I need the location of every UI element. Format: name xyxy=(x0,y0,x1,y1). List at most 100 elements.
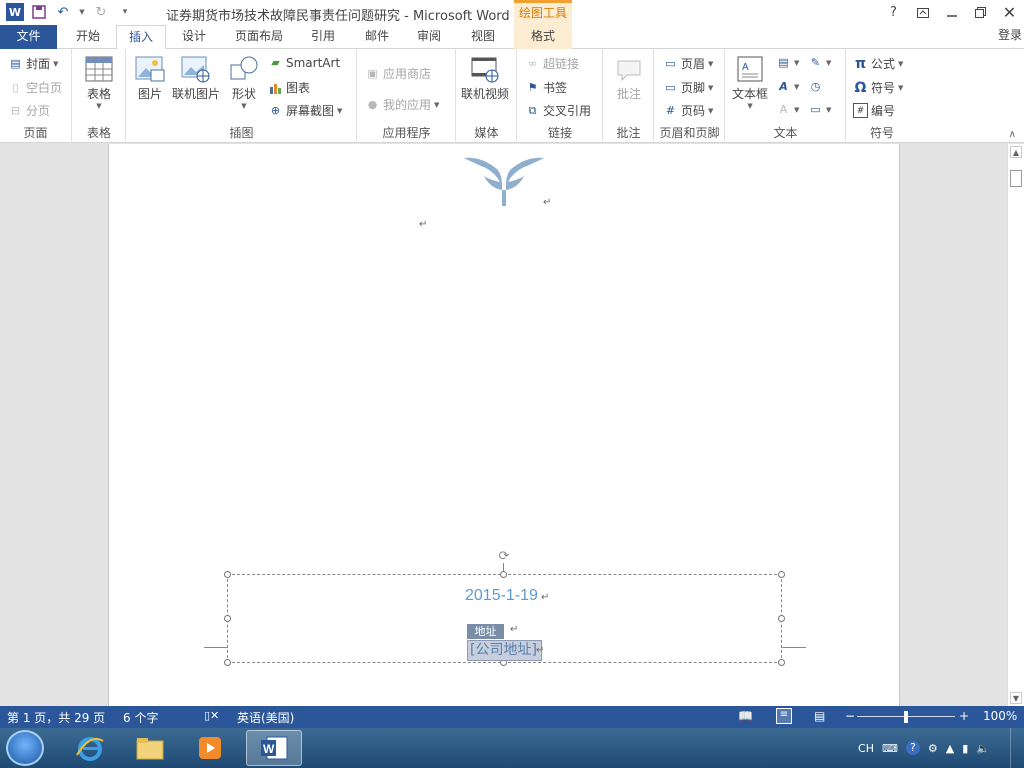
store-button[interactable]: ▣ 应用商店 xyxy=(365,65,431,82)
group-label-illustrations: 插图 xyxy=(229,126,254,140)
drop-cap-button[interactable]: A ▼ xyxy=(776,102,800,117)
comment-button[interactable]: 批注 xyxy=(613,53,645,102)
minimize-icon[interactable] xyxy=(937,0,966,25)
collapse-ribbon-icon[interactable]: ∧ xyxy=(1009,129,1016,140)
file-explorer-icon[interactable] xyxy=(122,730,178,766)
chevron-down-icon: ▼ xyxy=(337,106,343,115)
close-icon[interactable]: ✕ xyxy=(995,0,1024,25)
equation-button[interactable]: π 公式 ▼ xyxy=(853,55,903,72)
zoom-in-icon[interactable]: + xyxy=(959,709,969,723)
paragraph-mark: ↵ xyxy=(536,645,545,656)
tab-insert[interactable]: 插入 xyxy=(116,25,166,50)
resize-handle[interactable] xyxy=(500,571,507,578)
undo-dropdown-icon[interactable]: ▼ xyxy=(78,3,86,21)
resize-handle[interactable] xyxy=(778,615,785,622)
address-control-tag[interactable]: 地址 xyxy=(467,624,504,639)
tab-references[interactable]: 引用 xyxy=(300,25,346,49)
number-button[interactable]: # 编号 xyxy=(853,102,895,119)
textbox-button[interactable]: A 文本框 ▼ xyxy=(732,53,768,110)
quick-parts-button[interactable]: ▤ ▼ xyxy=(776,55,799,70)
chart-button[interactable]: 图表 xyxy=(268,79,310,96)
resize-handle[interactable] xyxy=(224,659,231,666)
resize-handle[interactable] xyxy=(224,615,231,622)
tab-file[interactable]: 文件 xyxy=(0,25,57,49)
bookmark-button[interactable]: ⚑ 书签 xyxy=(525,79,567,96)
object-button[interactable]: ▭ ▼ xyxy=(808,102,831,117)
cover-page-button[interactable]: ▤ 封面 ▼ xyxy=(8,55,58,72)
settings-tray-icon[interactable]: ⚙ xyxy=(928,742,938,755)
web-layout-icon[interactable]: ▤ xyxy=(814,709,825,723)
tab-view[interactable]: 视图 xyxy=(460,25,506,49)
read-mode-icon[interactable]: 📖 xyxy=(738,709,753,723)
smartart-button[interactable]: ▰ SmartArt xyxy=(268,55,340,70)
sign-in-link[interactable]: 登录 xyxy=(998,26,1022,43)
tab-format[interactable]: 格式 xyxy=(514,25,572,49)
input-method-indicator[interactable]: CH xyxy=(858,742,874,755)
zoom-out-icon[interactable]: − xyxy=(845,709,855,723)
internet-explorer-icon[interactable] xyxy=(62,730,118,766)
shapes-button[interactable]: 形状 ▼ xyxy=(228,53,260,110)
ribbon: ▤ 封面 ▼ ▯ 空白页 ⊟ 分页 页面 表格 ▼ 表格 图片 联机图片 形状 … xyxy=(0,49,1024,143)
scroll-thumb[interactable] xyxy=(1010,170,1022,187)
scroll-down-icon[interactable]: ▼ xyxy=(1010,692,1022,704)
media-player-icon[interactable] xyxy=(182,730,238,766)
resize-handle[interactable] xyxy=(778,659,785,666)
rotate-handle-icon[interactable]: ⟳ xyxy=(497,550,511,564)
word-count-status[interactable]: 6 个字 xyxy=(123,709,158,726)
online-video-button[interactable]: 联机视频 xyxy=(461,53,509,102)
symbol-button[interactable]: Ω 符号 ▼ xyxy=(853,79,904,96)
date-text[interactable]: 2015-1-19 xyxy=(465,587,538,605)
screenshot-button[interactable]: ⊕ 屏幕截图 ▼ xyxy=(268,102,343,119)
zoom-level[interactable]: 100% xyxy=(983,709,1017,723)
tab-page-layout[interactable]: 页面布局 xyxy=(224,25,294,49)
volume-icon[interactable]: 🔈 xyxy=(976,742,990,755)
word-logo-icon[interactable]: W xyxy=(6,3,24,21)
help-tray-icon[interactable]: ? xyxy=(905,741,920,755)
table-button[interactable]: 表格 ▼ xyxy=(83,53,115,110)
footer-button[interactable]: ▭ 页脚 ▼ xyxy=(663,79,713,96)
customize-qat-icon[interactable]: ▾ xyxy=(116,3,134,21)
help-button[interactable]: ? xyxy=(879,0,908,25)
signature-line-button[interactable]: ✎ ▼ xyxy=(808,55,832,70)
cross-reference-button[interactable]: ⧉ 交叉引用 xyxy=(525,102,591,119)
group-header-footer: ▭ 页眉 ▼ ▭ 页脚 ▼ # 页码 ▼ 页眉和页脚 xyxy=(655,49,725,143)
my-apps-button[interactable]: ● 我的应用 ▼ xyxy=(365,96,440,113)
ribbon-display-options-icon[interactable] xyxy=(908,0,937,25)
language-status[interactable]: 英语(美国) xyxy=(237,709,294,726)
hyperlink-button[interactable]: ∞ 超链接 xyxy=(525,55,579,72)
start-button[interactable] xyxy=(6,730,44,766)
proofing-icon[interactable]: ▯✕ xyxy=(204,709,219,722)
resize-handle[interactable] xyxy=(778,571,785,578)
vertical-scrollbar[interactable]: ▲ ▼ xyxy=(1007,144,1024,706)
zoom-slider-thumb[interactable] xyxy=(904,711,908,723)
footer-icon: ▭ xyxy=(665,81,676,94)
page-count-status[interactable]: 第 1 页，共 29 页 xyxy=(7,709,105,726)
page-break-button[interactable]: ⊟ 分页 xyxy=(8,102,50,119)
restore-icon[interactable] xyxy=(966,0,995,25)
show-desktop-button[interactable] xyxy=(1010,728,1024,768)
header-button[interactable]: ▭ 页眉 ▼ xyxy=(663,55,713,72)
print-layout-icon[interactable]: ≡ xyxy=(776,708,792,724)
show-hidden-icons-icon[interactable]: ▲ xyxy=(946,742,954,755)
redo-icon[interactable]: ↻ xyxy=(92,3,110,21)
window-controls: ? ✕ xyxy=(879,0,1024,25)
tab-mailings[interactable]: 邮件 xyxy=(354,25,400,49)
wordart-button[interactable]: A ▼ xyxy=(776,79,799,94)
save-icon[interactable] xyxy=(30,3,48,21)
blank-page-button[interactable]: ▯ 空白页 xyxy=(8,79,62,96)
online-picture-button[interactable]: 联机图片 xyxy=(172,53,220,102)
resize-handle[interactable] xyxy=(224,571,231,578)
tab-review[interactable]: 审阅 xyxy=(406,25,452,49)
undo-icon[interactable]: ↶ xyxy=(54,3,72,21)
page-number-button[interactable]: # 页码 ▼ xyxy=(663,102,714,119)
scroll-up-icon[interactable]: ▲ xyxy=(1010,146,1022,158)
word-taskbar-icon[interactable]: W xyxy=(246,730,302,766)
date-time-button[interactable]: ◷ xyxy=(808,79,823,94)
tab-design[interactable]: 设计 xyxy=(168,25,220,49)
company-address-field[interactable]: [公司地址] xyxy=(467,640,542,661)
picture-button[interactable]: 图片 xyxy=(134,53,166,102)
keyboard-icon[interactable]: ⌨ xyxy=(882,742,898,755)
network-icon[interactable]: ▮ xyxy=(962,742,968,755)
tab-home[interactable]: 开始 xyxy=(62,25,114,49)
chevron-down-icon: ▼ xyxy=(794,82,800,91)
